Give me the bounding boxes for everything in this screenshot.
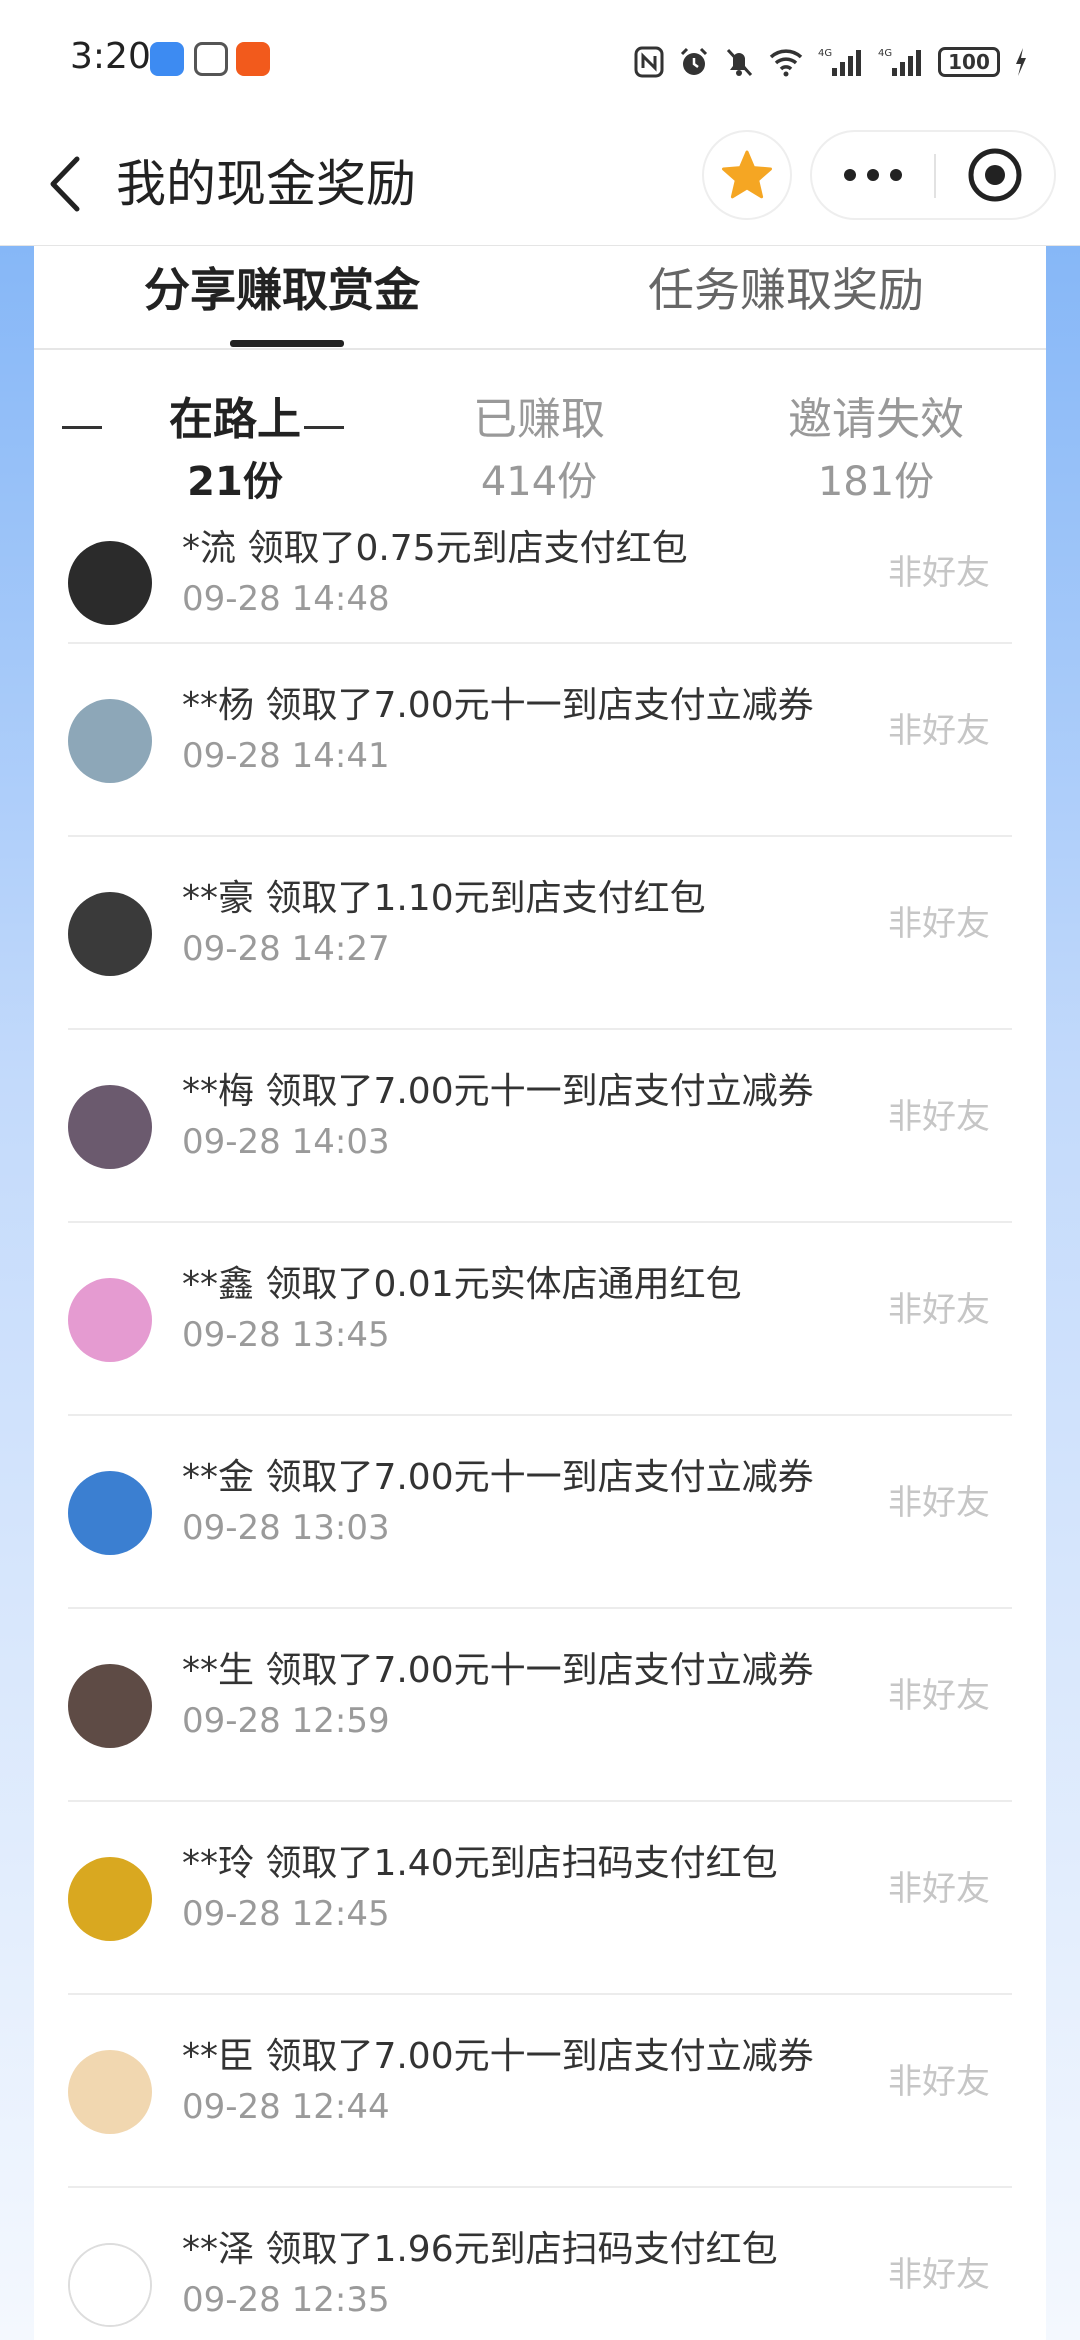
- item-text: **杨 领取了7.00元十一到店支付立减券: [182, 685, 814, 726]
- nav-bar: 我的现金奖励: [0, 120, 1080, 247]
- item-status: 非好友: [888, 1097, 990, 1137]
- item-status: 非好友: [888, 1483, 990, 1523]
- mute-bell-icon: [726, 48, 753, 77]
- avatar: [68, 892, 152, 976]
- more-dots-icon: [844, 169, 902, 181]
- item-time: 09-28 14:48: [182, 579, 390, 619]
- active-tab-underline: [230, 340, 344, 347]
- favorite-button[interactable]: [702, 130, 792, 220]
- list-item[interactable]: **鑫 领取了0.01元实体店通用红包 09-28 13:45 非好友: [68, 1223, 1012, 1416]
- wifi-icon: [769, 49, 803, 77]
- list-item[interactable]: **泽 领取了1.96元到店扫码支付红包 09-28 12:35 非好友: [68, 2188, 1012, 2340]
- more-button[interactable]: [812, 132, 934, 218]
- item-time: 09-28 14:41: [182, 736, 390, 776]
- item-text: **金 领取了7.00元十一到店支付立减券: [182, 1457, 814, 1498]
- avatar: [68, 1664, 152, 1748]
- signal-4g-icon: 4G: [818, 48, 861, 76]
- svg-text:4G: 4G: [818, 48, 832, 59]
- avatar: [68, 1471, 152, 1555]
- item-status: 非好友: [888, 1676, 990, 1716]
- main-tabs: 分享赚取赏金 任务赚取奖励: [34, 246, 1046, 350]
- avatar: [68, 1857, 152, 1941]
- item-text: **鑫 领取了0.01元实体店通用红包: [182, 1264, 742, 1305]
- list-item[interactable]: **杨 领取了7.00元十一到店支付立减券 09-28 14:41 非好友: [68, 644, 1012, 837]
- item-text: *流 领取了0.75元到店支付红包: [182, 528, 688, 569]
- chevron-left-icon: [50, 156, 80, 212]
- avatar: [68, 541, 152, 625]
- item-time: 09-28 12:59: [182, 1701, 390, 1741]
- subtab-label: 已赚取: [473, 394, 605, 445]
- avatar: [68, 2050, 152, 2134]
- item-time: 09-28 12:35: [182, 2280, 390, 2320]
- svg-text:4G: 4G: [878, 48, 892, 59]
- dash-left: [62, 426, 102, 429]
- page-title: 我的现金奖励: [116, 155, 416, 213]
- avatar: [68, 2243, 152, 2327]
- status-icons: 4G 4G 100: [634, 44, 1028, 80]
- subtab-label: 在路上: [169, 394, 301, 445]
- list-item[interactable]: **臣 领取了7.00元十一到店支付立减券 09-28 12:44 非好友: [68, 1995, 1012, 2188]
- back-button[interactable]: [34, 144, 94, 224]
- subtab-label: 邀请失效: [788, 394, 964, 445]
- item-status: 非好友: [888, 1869, 990, 1909]
- item-text: **梅 领取了7.00元十一到店支付立减券: [182, 1071, 814, 1112]
- item-time: 09-28 12:44: [182, 2087, 390, 2127]
- weather-app-icon: [150, 42, 184, 76]
- alarm-icon: [680, 47, 708, 75]
- item-status: 非好友: [888, 1290, 990, 1330]
- avatar: [68, 1278, 152, 1362]
- item-time: 09-28 13:45: [182, 1315, 390, 1355]
- target-icon: [968, 148, 1022, 202]
- battery-indicator: 100: [938, 47, 1000, 77]
- list-item[interactable]: **生 领取了7.00元十一到店支付立减券 09-28 12:59 非好友: [68, 1609, 1012, 1802]
- status-bar: 3:20 4G 4G 100: [0, 0, 1080, 120]
- list-item[interactable]: **豪 领取了1.10元到店支付红包 09-28 14:27 非好友: [68, 837, 1012, 1030]
- item-text: **玲 领取了1.40元到店扫码支付红包: [182, 1843, 778, 1884]
- list-item[interactable]: **金 领取了7.00元十一到店支付立减券 09-28 13:03 非好友: [68, 1416, 1012, 1609]
- list-item[interactable]: *流 领取了0.75元到店支付红包 09-28 14:48 非好友: [68, 516, 1012, 644]
- item-status: 非好友: [888, 904, 990, 944]
- list-item[interactable]: **梅 领取了7.00元十一到店支付立减券 09-28 14:03 非好友: [68, 1030, 1012, 1223]
- item-time: 09-28 14:03: [182, 1122, 390, 1162]
- nfc-icon: [634, 46, 664, 78]
- item-status: 非好友: [888, 711, 990, 751]
- reward-list[interactable]: *流 领取了0.75元到店支付红包 09-28 14:48 非好友 **杨 领取…: [34, 516, 1046, 2340]
- subtab-count: 21份: [187, 459, 283, 505]
- dash-right: [304, 426, 344, 429]
- item-status: 非好友: [888, 553, 990, 593]
- subtab-invite-expired[interactable]: 邀请失效 181份: [766, 392, 986, 508]
- item-time: 09-28 13:03: [182, 1508, 390, 1548]
- avatar: [68, 1085, 152, 1169]
- tab-share-bounty[interactable]: 分享赚取赏金: [144, 260, 420, 320]
- item-status: 非好友: [888, 2062, 990, 2102]
- status-time: 3:20: [70, 36, 151, 77]
- star-icon: [722, 150, 772, 199]
- list-item[interactable]: **玲 领取了1.40元到店扫码支付红包 09-28 12:45 非好友: [68, 1802, 1012, 1995]
- subtab-count: 181份: [817, 459, 935, 505]
- video-app-icon: [236, 42, 270, 76]
- item-time: 09-28 12:45: [182, 1894, 390, 1934]
- avatar: [68, 699, 152, 783]
- item-text: **臣 领取了7.00元十一到店支付立减券: [182, 2036, 814, 2077]
- item-status: 非好友: [888, 2255, 990, 2295]
- subtab-count: 414份: [480, 459, 598, 505]
- item-text: **豪 领取了1.10元到店支付红包: [182, 878, 706, 919]
- item-text: **泽 领取了1.96元到店扫码支付红包: [182, 2229, 778, 2270]
- content-card: 分享赚取赏金 任务赚取奖励 在路上 21份 已赚取 414份 邀请失效 181份…: [34, 246, 1046, 2340]
- subtab-earned[interactable]: 已赚取 414份: [434, 392, 644, 508]
- tab-task-reward[interactable]: 任务赚取奖励: [648, 260, 924, 320]
- item-text: **生 领取了7.00元十一到店支付立减券: [182, 1650, 814, 1691]
- close-miniapp-button[interactable]: [936, 132, 1054, 218]
- hand-app-icon: [194, 42, 228, 76]
- item-time: 09-28 14:27: [182, 929, 390, 969]
- charging-icon: [1016, 48, 1026, 76]
- subtab-on-the-way[interactable]: 在路上 21份: [130, 392, 340, 508]
- signal-4g-icon-2: 4G: [878, 48, 921, 76]
- capsule-menu: [810, 130, 1056, 220]
